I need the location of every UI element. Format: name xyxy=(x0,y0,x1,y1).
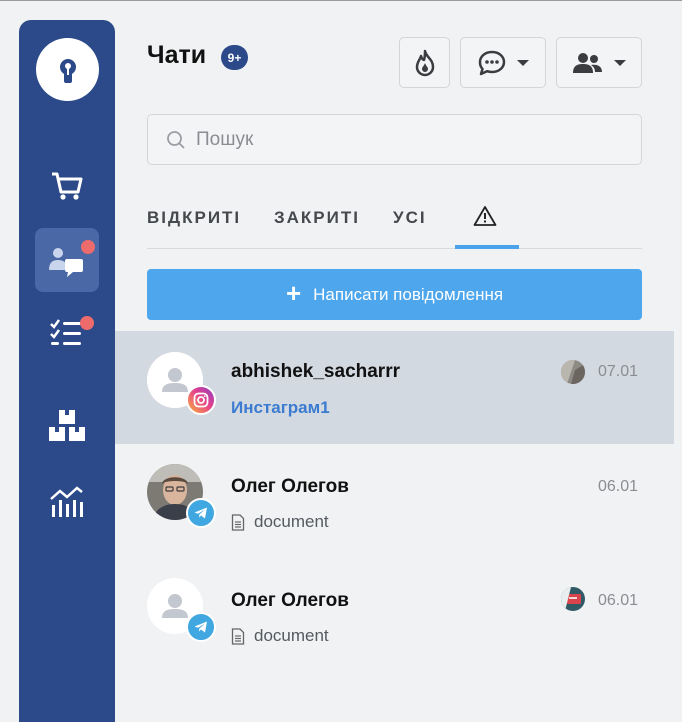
warning-icon xyxy=(473,206,497,226)
logo[interactable] xyxy=(36,38,99,101)
chat-date: 06.01 xyxy=(598,478,639,495)
new-message-label: Написати повідомлення xyxy=(313,284,504,304)
plus-icon: + xyxy=(285,277,302,308)
chevron-down-icon xyxy=(517,59,529,66)
fire-icon xyxy=(415,49,434,76)
channel-filter-dropdown[interactable] xyxy=(460,37,546,88)
sidebar-item-chats[interactable] xyxy=(35,228,99,292)
sidebar xyxy=(19,20,115,722)
telegram-icon xyxy=(186,498,216,528)
telegram-icon xyxy=(186,612,216,642)
new-message-button[interactable]: + Написати повідомлення xyxy=(147,269,642,320)
chats-notification-dot xyxy=(81,240,95,254)
chat-last-message-text: document xyxy=(254,626,329,645)
tab-all[interactable]: УСІ xyxy=(393,208,427,228)
unread-count-badge: 9+ xyxy=(221,45,248,70)
chat-last-message: document xyxy=(231,512,329,532)
sidebar-item-tasks[interactable] xyxy=(35,302,99,366)
operator-avatar xyxy=(561,587,585,611)
chat-last-message-text: document xyxy=(254,512,329,531)
document-icon xyxy=(231,627,245,645)
instagram-icon xyxy=(186,385,216,415)
tab-problem[interactable] xyxy=(473,205,497,232)
operator-avatar xyxy=(561,360,585,384)
chat-date: 07.01 xyxy=(598,363,639,380)
chat-contact-name: Олег Олегов xyxy=(231,476,349,497)
tab-open[interactable]: ВІДКРИТІ xyxy=(147,208,241,228)
sidebar-item-products[interactable] xyxy=(35,394,99,458)
chat-list-item[interactable]: Олег Олегов document 06.01 xyxy=(115,444,674,557)
boxes-icon xyxy=(49,410,85,441)
analytics-icon xyxy=(50,486,83,517)
sidebar-item-analytics[interactable] xyxy=(35,470,99,534)
chat-last-message: Инстаграм1 xyxy=(231,398,330,417)
chat-contact-name: abhishek_sacharrr xyxy=(231,361,400,382)
chat-list-item[interactable]: Олег Олегов document 06.01 xyxy=(115,558,674,671)
chat-list-item[interactable]: abhishek_sacharrr Инстаграм1 07.01 xyxy=(115,331,674,444)
chat-tabs: ВІДКРИТІ ЗАКРИТІ УСІ xyxy=(147,191,642,249)
page-title: Чати xyxy=(147,41,207,69)
keyhole-logo-icon xyxy=(59,58,76,83)
chat-last-message: document xyxy=(231,626,329,646)
active-tab-indicator xyxy=(455,245,519,249)
operators-filter-dropdown[interactable] xyxy=(556,37,642,88)
hot-chats-button[interactable] xyxy=(399,37,450,88)
cart-icon xyxy=(52,172,83,200)
tasks-notification-dot xyxy=(80,316,94,330)
users-icon xyxy=(573,52,602,73)
chat-bubble-icon xyxy=(478,50,506,75)
chat-contact-name: Олег Олегов xyxy=(231,590,349,611)
sidebar-item-shop[interactable] xyxy=(35,154,99,218)
tab-closed[interactable]: ЗАКРИТІ xyxy=(274,208,360,228)
search-input[interactable] xyxy=(196,128,596,151)
document-icon xyxy=(231,513,245,531)
search-box[interactable] xyxy=(147,114,642,165)
chevron-down-icon xyxy=(614,59,626,66)
chat-date: 06.01 xyxy=(598,592,639,609)
search-icon xyxy=(166,130,186,150)
